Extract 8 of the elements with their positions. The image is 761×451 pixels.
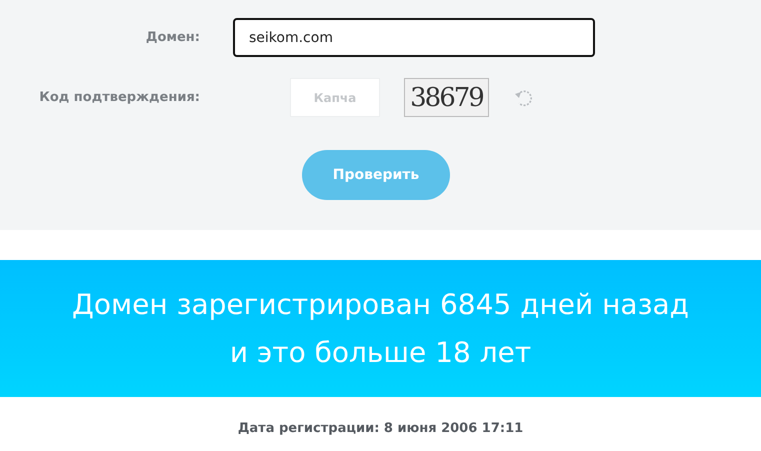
result-text: и это больше 18 лет xyxy=(230,334,532,370)
captcha-field[interactable]: Капча xyxy=(290,78,380,117)
domain-label: Домен: xyxy=(144,30,200,45)
result-text: Домен зарегистрирован 6845 дней назад xyxy=(72,286,689,322)
captcha-image: 38679 xyxy=(404,78,489,117)
captcha-label: Код подтверждения: xyxy=(38,90,200,105)
registration-date: Дата регистрации: 8 июня 2006 17:11 xyxy=(236,421,524,436)
domain-field[interactable]: seikom.com xyxy=(233,18,595,57)
